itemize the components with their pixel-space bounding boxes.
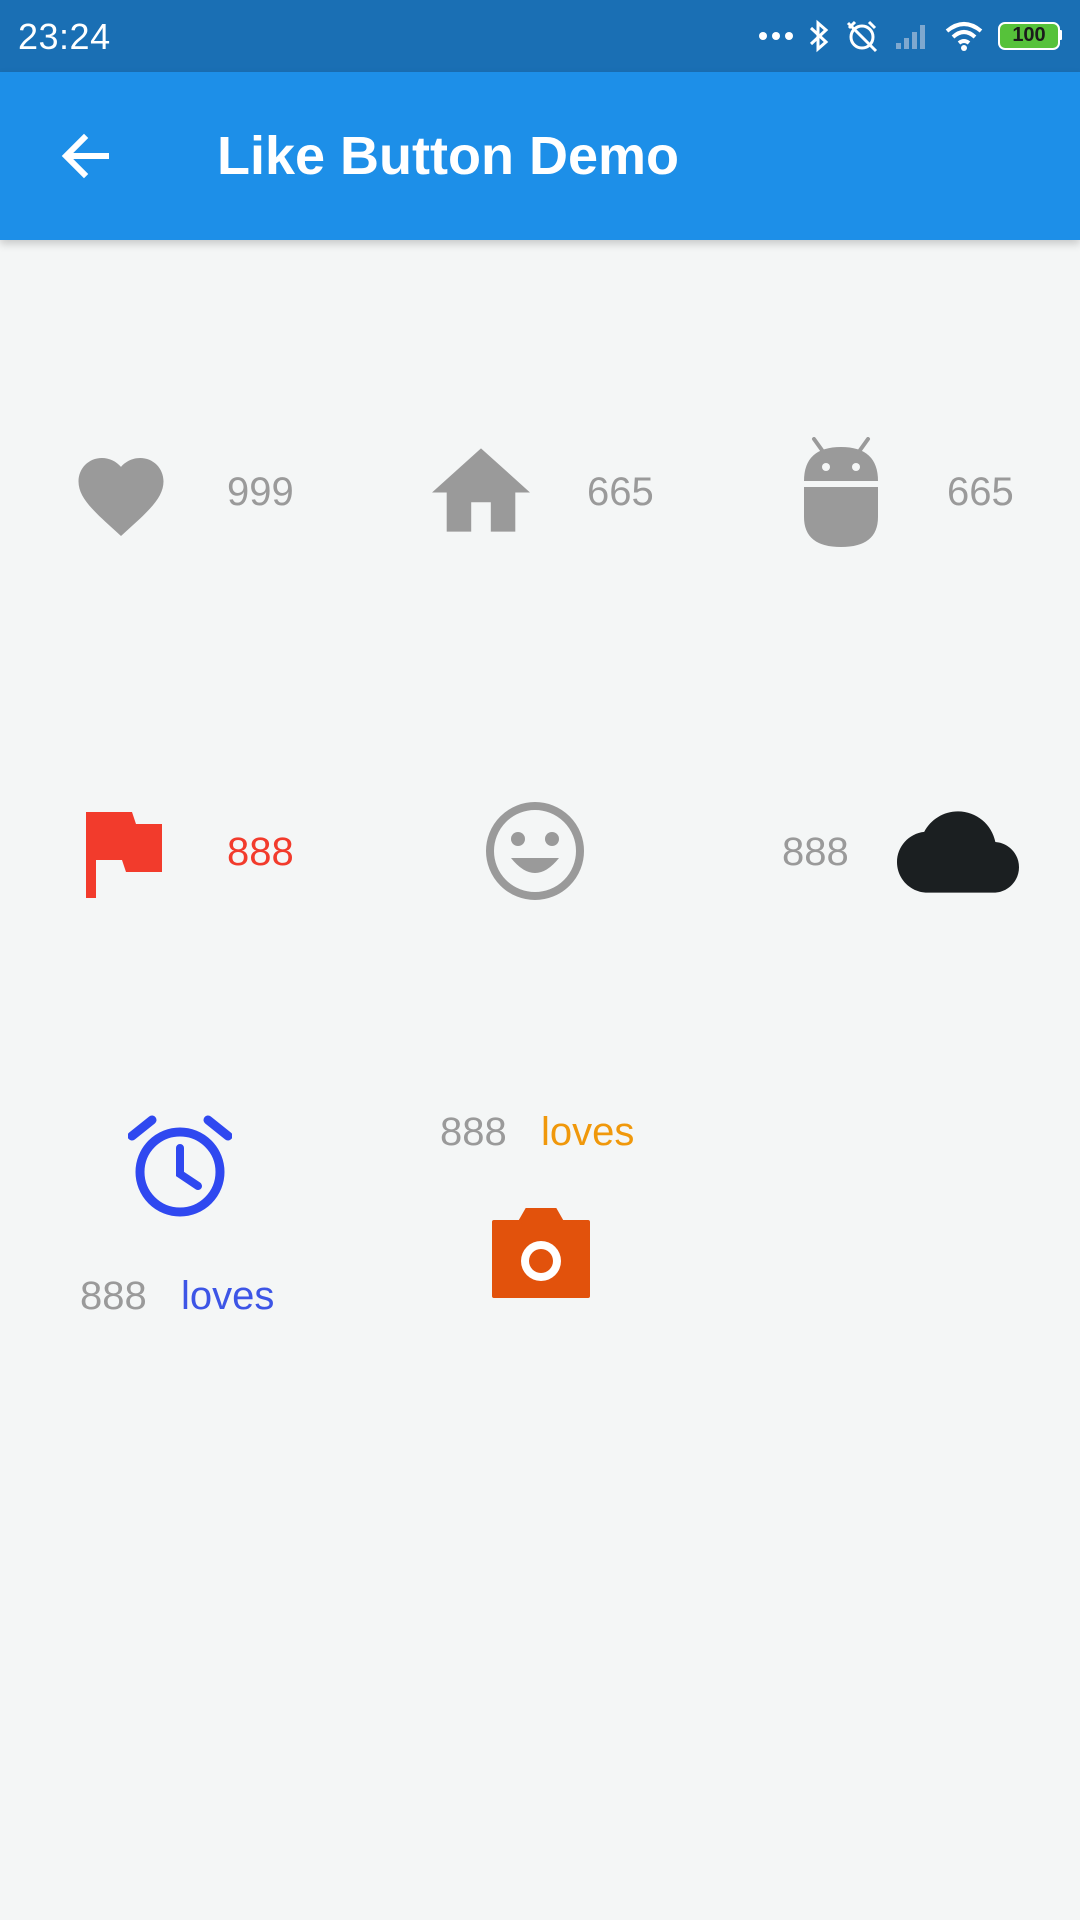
heart-icon[interactable] (70, 445, 172, 539)
battery-level: 100 (1012, 24, 1046, 46)
wifi-icon (945, 22, 983, 51)
battery-icon: 100 (998, 22, 1062, 50)
arrow-back-icon[interactable] (56, 126, 116, 186)
status-time: 23:24 (18, 16, 111, 57)
home-icon[interactable] (432, 447, 530, 533)
status-bar: 23:24 100 (0, 0, 1080, 72)
flag-icon[interactable] (86, 812, 164, 898)
smiley-icon[interactable] (484, 800, 586, 902)
loves-label: loves (541, 1110, 635, 1154)
status-icons: 100 (758, 14, 1062, 58)
like-count: 888 (80, 1274, 147, 1318)
page-title: Like Button Demo (217, 126, 680, 186)
like-count: 888 (782, 830, 849, 874)
like-count: 665 (947, 470, 1014, 514)
more-dots-icon (759, 32, 793, 40)
like-count: 665 (587, 470, 654, 514)
cloud-icon[interactable] (897, 810, 1019, 894)
bluetooth-icon (809, 19, 829, 53)
alarm-clock-icon[interactable] (128, 1114, 232, 1218)
camera-icon[interactable] (490, 1208, 592, 1300)
like-count: 888 (440, 1110, 507, 1154)
alarm-off-icon (846, 20, 878, 53)
loves-label: loves (181, 1274, 275, 1318)
like-count: 888 (227, 830, 294, 874)
like-count: 999 (227, 470, 294, 514)
signal-icon (896, 25, 925, 49)
android-icon[interactable] (802, 437, 880, 549)
app-bar: Like Button Demo (0, 72, 1080, 240)
